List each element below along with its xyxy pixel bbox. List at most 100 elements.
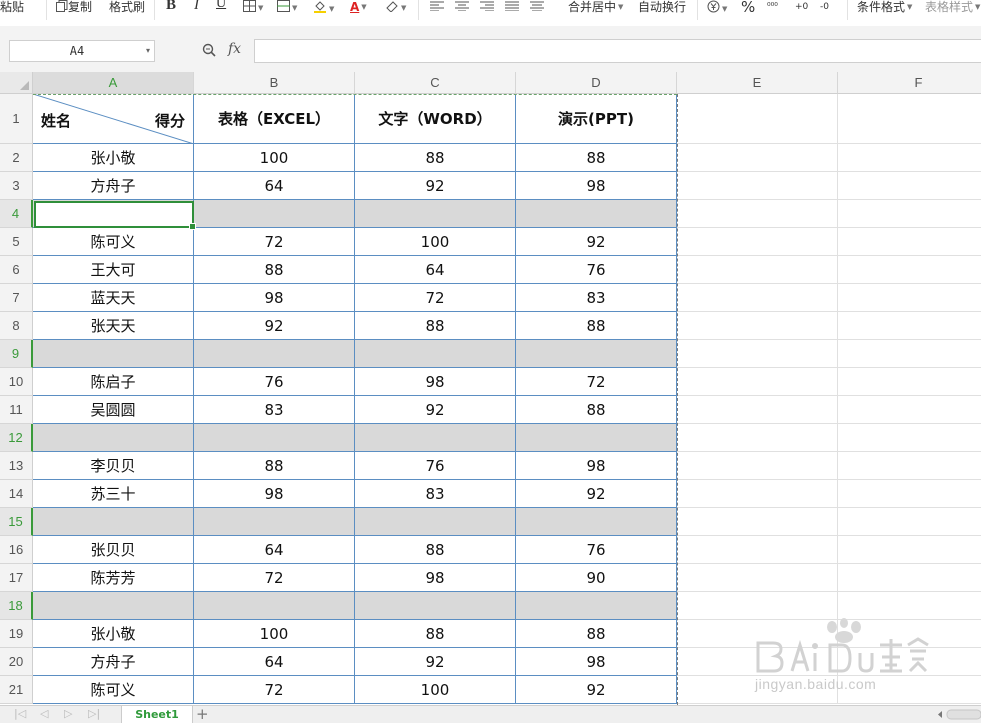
empty-cell[interactable] <box>838 508 981 536</box>
score-cell[interactable]: 92 <box>355 172 516 200</box>
blank-row-cell[interactable] <box>516 424 677 452</box>
name-cell[interactable]: 李贝贝 <box>33 452 194 480</box>
score-cell[interactable]: 76 <box>194 368 355 396</box>
empty-cell[interactable] <box>677 508 838 536</box>
row-header[interactable]: 18 <box>0 592 33 620</box>
row-header[interactable]: 8 <box>0 312 33 340</box>
empty-cell[interactable] <box>838 172 981 200</box>
conditional-format-button[interactable]: 条件格式 ▼ <box>857 0 912 14</box>
empty-cell[interactable] <box>838 452 981 480</box>
score-cell[interactable]: 64 <box>355 256 516 284</box>
row-header[interactable]: 16 <box>0 536 33 564</box>
blank-row-cell[interactable] <box>516 508 677 536</box>
blank-row-cell[interactable] <box>516 200 677 228</box>
empty-cell[interactable] <box>677 256 838 284</box>
row-header[interactable]: 6 <box>0 256 33 284</box>
last-sheet-icon[interactable]: ▷| <box>88 707 100 720</box>
increase-decimal-button[interactable]: +0 <box>795 0 808 14</box>
active-cell-selection[interactable] <box>34 201 196 230</box>
score-cell[interactable]: 100 <box>194 620 355 648</box>
empty-cell[interactable] <box>677 228 838 256</box>
score-cell[interactable]: 64 <box>194 536 355 564</box>
score-cell[interactable]: 72 <box>194 564 355 592</box>
empty-cell[interactable] <box>838 620 981 648</box>
column-header-a[interactable]: A <box>33 72 194 94</box>
score-cell[interactable]: 92 <box>355 396 516 424</box>
score-cell[interactable]: 98 <box>194 284 355 312</box>
row-header[interactable]: 12 <box>0 424 33 452</box>
next-sheet-icon[interactable]: ▷ <box>64 707 72 720</box>
empty-cell[interactable] <box>677 312 838 340</box>
row-header[interactable]: 9 <box>0 340 33 368</box>
empty-cell[interactable] <box>838 284 981 312</box>
score-cell[interactable]: 72 <box>194 228 355 256</box>
empty-cell[interactable] <box>838 200 981 228</box>
empty-cell[interactable] <box>838 536 981 564</box>
empty-cell[interactable] <box>838 480 981 508</box>
score-cell[interactable]: 100 <box>355 228 516 256</box>
italic-button[interactable]: I <box>194 0 199 13</box>
score-cell[interactable]: 100 <box>355 676 516 704</box>
border-button[interactable]: ▼ <box>243 0 263 14</box>
insert-function-button[interactable]: fx <box>228 41 241 57</box>
first-sheet-icon[interactable]: |◁ <box>14 707 26 720</box>
score-cell[interactable]: 76 <box>355 452 516 480</box>
thousands-separator-button[interactable]: ⁰⁰⁰ <box>767 0 778 14</box>
score-cell[interactable]: 88 <box>516 312 677 340</box>
name-cell[interactable]: 张小敬 <box>33 620 194 648</box>
score-cell[interactable]: 88 <box>355 312 516 340</box>
align-left-button[interactable] <box>430 0 444 14</box>
blank-row-cell[interactable] <box>355 200 516 228</box>
blank-row-cell[interactable] <box>194 340 355 368</box>
empty-cell[interactable] <box>838 228 981 256</box>
row-header[interactable]: 5 <box>0 228 33 256</box>
name-cell[interactable]: 陈启子 <box>33 368 194 396</box>
score-cell[interactable]: 76 <box>516 256 677 284</box>
empty-cell[interactable] <box>677 592 838 620</box>
row-header[interactable]: 4 <box>0 200 33 228</box>
score-cell[interactable]: 88 <box>355 536 516 564</box>
zoom-icon[interactable] <box>202 43 216 57</box>
score-cell[interactable]: 92 <box>194 312 355 340</box>
score-cell[interactable]: 98 <box>355 564 516 592</box>
diagonal-header-cell[interactable]: 姓名 得分 <box>33 94 194 144</box>
row-header[interactable]: 2 <box>0 144 33 172</box>
name-cell[interactable]: 蓝天天 <box>33 284 194 312</box>
score-cell[interactable]: 88 <box>194 256 355 284</box>
empty-cell[interactable] <box>677 200 838 228</box>
blank-row-cell[interactable] <box>33 592 194 620</box>
header-cell[interactable]: 演示(PPT) <box>516 94 677 144</box>
empty-cell[interactable] <box>677 564 838 592</box>
merge-center-button[interactable]: 合并居中 ▼ <box>568 0 623 14</box>
row-header[interactable]: 13 <box>0 452 33 480</box>
formula-input[interactable] <box>254 39 981 63</box>
score-cell[interactable]: 72 <box>355 284 516 312</box>
column-header-b[interactable]: B <box>194 72 355 94</box>
empty-cell[interactable] <box>838 312 981 340</box>
score-cell[interactable]: 76 <box>516 536 677 564</box>
score-cell[interactable]: 90 <box>516 564 677 592</box>
row-header[interactable]: 15 <box>0 508 33 536</box>
score-cell[interactable]: 83 <box>355 480 516 508</box>
table-style-button[interactable]: 表格样式 ▼ <box>925 0 980 14</box>
name-cell[interactable]: 方舟子 <box>33 648 194 676</box>
header-cell[interactable]: 表格（EXCEL） <box>194 94 355 144</box>
name-cell[interactable]: 陈可义 <box>33 228 194 256</box>
column-header-c[interactable]: C <box>355 72 516 94</box>
empty-cell[interactable] <box>838 396 981 424</box>
name-cell[interactable]: 苏三十 <box>33 480 194 508</box>
blank-row-cell[interactable] <box>516 340 677 368</box>
blank-row-cell[interactable] <box>194 508 355 536</box>
currency-button[interactable]: ▼ <box>707 0 727 14</box>
empty-cell[interactable] <box>677 340 838 368</box>
row-header[interactable]: 20 <box>0 648 33 676</box>
paste-button[interactable]: 粘贴 <box>0 0 24 14</box>
row-header[interactable]: 1 <box>0 94 33 144</box>
empty-cell[interactable] <box>677 480 838 508</box>
row-header[interactable]: 10 <box>0 368 33 396</box>
decrease-decimal-button[interactable]: -0 <box>820 0 829 14</box>
score-cell[interactable]: 72 <box>194 676 355 704</box>
name-cell[interactable]: 张贝贝 <box>33 536 194 564</box>
empty-cell[interactable] <box>677 452 838 480</box>
select-all-corner[interactable] <box>0 72 33 94</box>
